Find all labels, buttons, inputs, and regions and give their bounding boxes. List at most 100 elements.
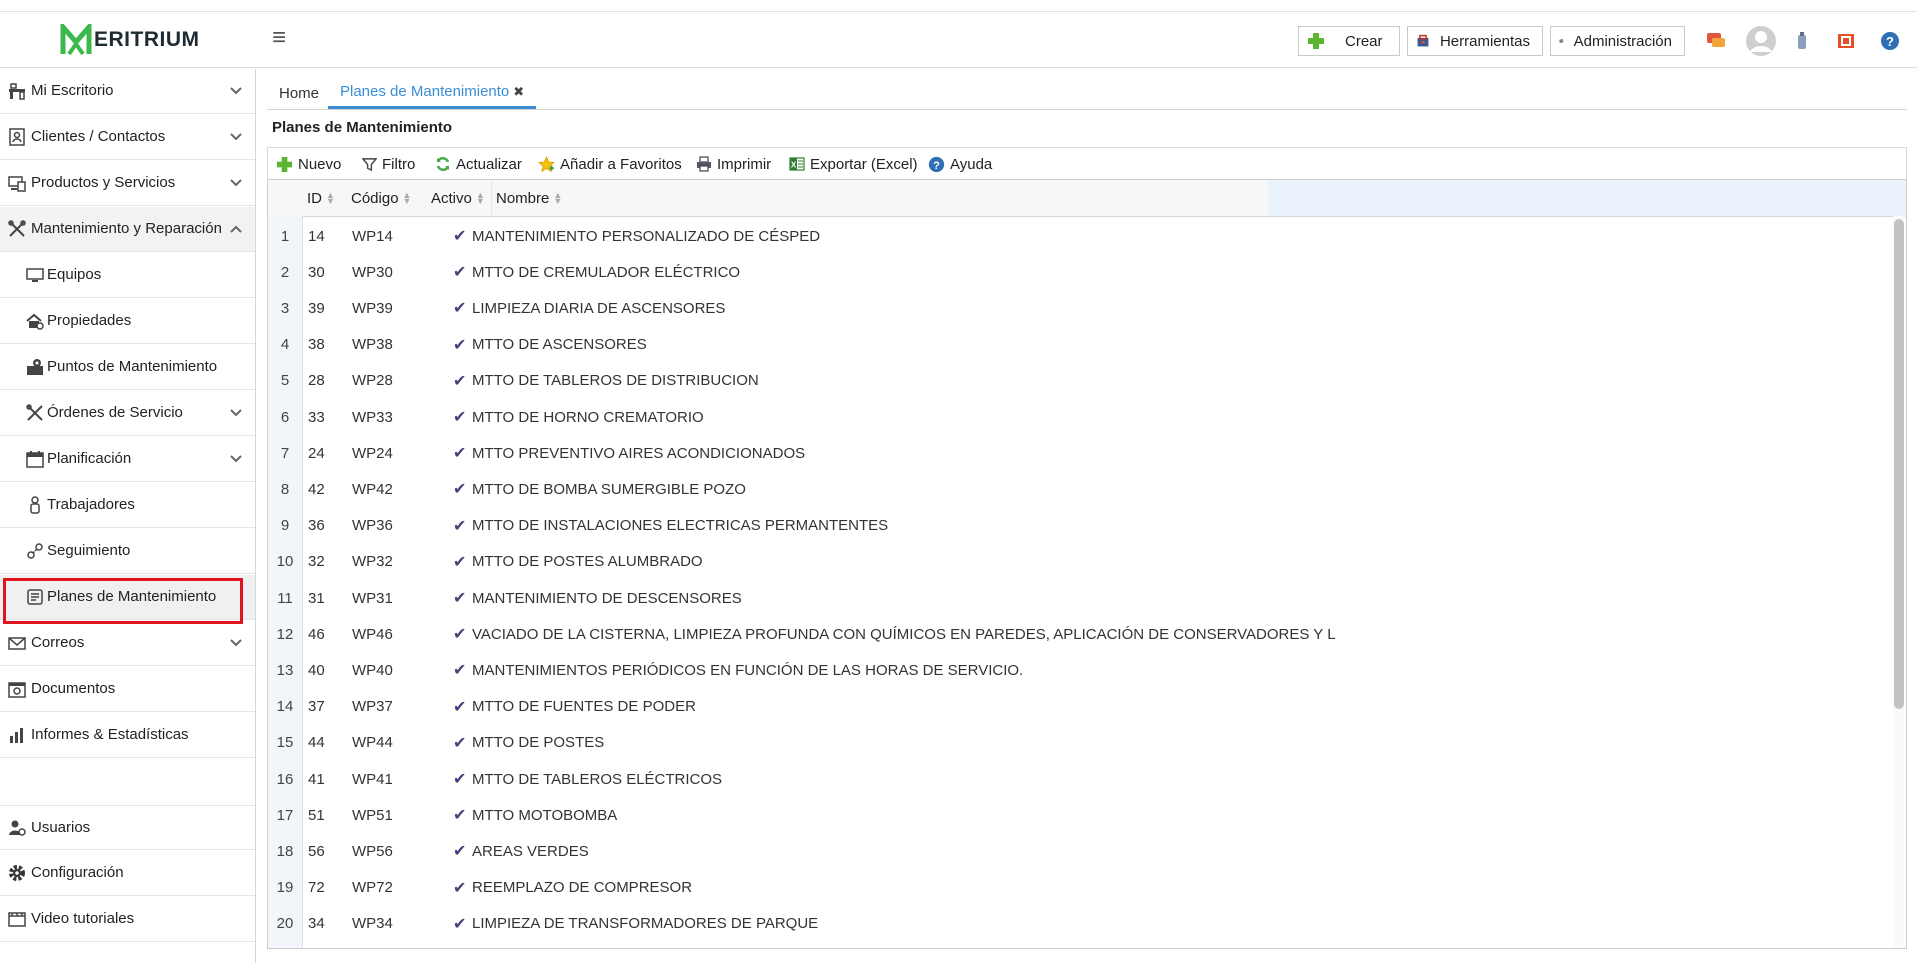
contact-card-icon bbox=[9, 128, 25, 146]
filter-button[interactable]: Filtro bbox=[362, 154, 415, 174]
chevron-down-icon bbox=[230, 133, 242, 141]
cell-code: WP51 bbox=[352, 806, 393, 824]
sidebar-item-label: Productos y Servicios bbox=[31, 174, 176, 191]
sidebar-item-mantenimiento[interactable]: Mantenimiento y Reparación bbox=[0, 207, 255, 252]
table-row[interactable]: 15 44 WP44 ✔ MTTO DE POSTES bbox=[268, 725, 1868, 761]
table-row[interactable]: 14 37 WP37 ✔ MTTO DE FUENTES DE PODER bbox=[268, 689, 1868, 725]
menu-toggle-icon[interactable]: ≡ bbox=[272, 26, 286, 50]
export-excel-label: Exportar (Excel) bbox=[810, 155, 918, 173]
refresh-button[interactable]: Actualizar bbox=[435, 154, 522, 174]
table-row[interactable]: 9 36 WP36 ✔ MTTO DE INSTALACIONES ELECTRICAS… bbox=[268, 508, 1868, 544]
active-check-icon: ✔ bbox=[453, 336, 467, 354]
close-icon[interactable]: ✖ bbox=[513, 84, 524, 100]
sidebar-item-video-tutoriales[interactable]: Video tutoriales bbox=[0, 897, 255, 942]
office-icon[interactable] bbox=[1833, 28, 1859, 54]
table-row[interactable]: 16 41 WP41 ✔ MTTO DE TABLEROS ELÉCTRICOS bbox=[268, 761, 1868, 797]
app-logo[interactable]: ERITRIUM bbox=[60, 24, 200, 56]
row-number: 14 bbox=[276, 698, 294, 716]
table-row[interactable]: 18 56 WP56 ✔ AREAS VERDES bbox=[268, 833, 1868, 869]
cell-id: 34 bbox=[308, 915, 325, 933]
help-icon[interactable]: ? bbox=[1877, 28, 1903, 54]
print-button[interactable]: Imprimir bbox=[696, 154, 771, 174]
sidebar-item-label: Informes & Estadísticas bbox=[31, 726, 189, 743]
cell-id: 38 bbox=[308, 336, 325, 354]
active-check-icon: ✔ bbox=[453, 228, 467, 245]
table-row[interactable]: 11 31 WP31 ✔ MANTENIMIENTO DE DESCENSORES bbox=[268, 580, 1868, 616]
add-favorites-button[interactable]: Añadir a Favoritos bbox=[538, 154, 682, 174]
table-row[interactable]: 12 46 WP46 ✔ VACIADO DE LA CISTERNA, LIMPIEZ… bbox=[268, 616, 1868, 652]
column-header-name[interactable]: Nombre ▲ ▼ bbox=[491, 180, 1271, 216]
sidebar-item-mi-escritorio[interactable]: Mi Escritorio bbox=[0, 69, 255, 114]
scrollbar-thumb[interactable] bbox=[1894, 219, 1904, 709]
sidebar-item-correos[interactable]: Correos bbox=[0, 621, 255, 666]
help-button[interactable]: ? Ayuda bbox=[928, 154, 992, 174]
table-row[interactable]: 6 33 WP33 ✔ MTTO DE HORNO CREMATORIO bbox=[268, 399, 1868, 435]
row-number: 9 bbox=[280, 517, 290, 535]
sidebar-item-trabajadores[interactable]: Trabajadores bbox=[0, 483, 255, 528]
admin-button[interactable]: Administración bbox=[1550, 26, 1685, 56]
cell-name: MTTO DE HORNO CREMATORIO bbox=[472, 408, 704, 426]
bar-chart-icon bbox=[10, 728, 23, 743]
table-row[interactable]: 13 40 WP40 ✔ MANTENIMIENTOS PERIÓDICOS EN FU… bbox=[268, 652, 1868, 688]
avatar[interactable] bbox=[1745, 25, 1777, 57]
table-row[interactable]: 2 30 WP30 ✔ MTTO DE CREMULADOR ELÉCTRICO bbox=[268, 254, 1868, 290]
create-button[interactable]: Crear bbox=[1298, 26, 1400, 56]
sidebar-item-equipos[interactable]: Equipos bbox=[0, 253, 255, 298]
cell-id: 42 bbox=[308, 480, 325, 498]
tab-home[interactable]: Home bbox=[267, 77, 331, 109]
export-excel-button[interactable]: X Exportar (Excel) bbox=[789, 154, 918, 174]
table-row[interactable]: 7 24 WP24 ✔ MTTO PREVENTIVO AIRES ACONDICION… bbox=[268, 435, 1868, 471]
column-header-id[interactable]: ID ▲ ▼ bbox=[302, 180, 346, 216]
user-gear-icon bbox=[9, 820, 26, 836]
column-header-code[interactable]: Código ▲ ▼ bbox=[346, 180, 426, 216]
cell-code: WP46 bbox=[352, 625, 393, 643]
sidebar-item-planificacion[interactable]: Planificación bbox=[0, 437, 255, 482]
sidebar-item-ordenes[interactable]: Órdenes de Servicio bbox=[0, 391, 255, 436]
sidebar-item-propiedades[interactable]: Propiedades bbox=[0, 299, 255, 344]
table-row[interactable]: 5 28 WP28 ✔ MTTO DE TABLEROS DE DISTRIBUCION bbox=[268, 363, 1868, 399]
table-row[interactable]: 20 34 WP34 ✔ LIMPIEZA DE TRANSFORMADORES DE … bbox=[268, 906, 1868, 942]
tools-button[interactable]: Herramientas bbox=[1407, 26, 1543, 56]
active-check-icon: ✔ bbox=[453, 409, 467, 426]
cell-id: 41 bbox=[308, 770, 325, 788]
new-button[interactable]: Nuevo bbox=[276, 154, 341, 174]
active-check-icon: ✔ bbox=[453, 553, 467, 571]
table-row[interactable]: 3 39 WP39 ✔ LIMPIEZA DIARIA DE ASCENSORES bbox=[268, 290, 1868, 326]
sidebar-item-usuarios[interactable]: Usuarios bbox=[0, 805, 255, 850]
sidebar-item-documentos[interactable]: Documentos bbox=[0, 667, 255, 712]
tab-planes[interactable]: Planes de Mantenimiento ✖ bbox=[328, 77, 537, 109]
documents-icon bbox=[8, 682, 26, 698]
sidebar-item-productos[interactable]: Productos y Servicios bbox=[0, 161, 255, 206]
table-row[interactable]: 1 14 WP14 ✔ MANTENIMIENTO PERSONALIZADO DE C… bbox=[268, 218, 1868, 254]
cell-id: 40 bbox=[308, 661, 325, 679]
table-row[interactable]: 4 38 WP38 ✔ MTTO DE ASCENSORES bbox=[268, 327, 1868, 363]
sidebar-item-label: Configuración bbox=[31, 864, 124, 881]
table-row[interactable]: 17 51 WP51 ✔ MTTO MOTOBOMBA bbox=[268, 797, 1868, 833]
column-header-active[interactable]: Activo ▲ ▼ bbox=[426, 180, 491, 216]
chat-icon[interactable] bbox=[1703, 28, 1729, 54]
sidebar-item-clientes[interactable]: Clientes / Contactos bbox=[0, 115, 255, 160]
refresh-icon bbox=[436, 156, 450, 172]
cell-code: WP41 bbox=[352, 770, 393, 788]
device-icon[interactable] bbox=[1789, 28, 1815, 54]
cell-id: 31 bbox=[308, 589, 325, 607]
row-number: 13 bbox=[276, 661, 294, 679]
main-content: Home Planes de Mantenimiento ✖ Planes de… bbox=[257, 69, 1917, 963]
vertical-scrollbar[interactable] bbox=[1893, 216, 1905, 948]
table-row[interactable]: 8 42 WP42 ✔ MTTO DE BOMBA SUMERGIBLE POZO bbox=[268, 471, 1868, 507]
table-row[interactable]: 10 32 WP32 ✔ MTTO DE POSTES ALUMBRADO bbox=[268, 544, 1868, 580]
cell-name: MTTO DE CREMULADOR ELÉCTRICO bbox=[472, 263, 741, 281]
cell-id: 72 bbox=[308, 879, 325, 897]
sidebar-item-configuracion[interactable]: Configuración bbox=[0, 851, 255, 896]
sidebar-item-informes[interactable]: Informes & Estadísticas bbox=[0, 713, 255, 758]
refresh-label: Actualizar bbox=[456, 155, 522, 173]
table-row[interactable]: 19 72 WP72 ✔ REEMPLAZO DE COMPRESOR bbox=[268, 870, 1868, 906]
chevron-down-icon bbox=[230, 409, 242, 417]
row-number: 12 bbox=[276, 625, 294, 643]
sidebar-item-seguimiento[interactable]: Seguimiento bbox=[0, 529, 255, 574]
cell-name: MTTO DE TABLEROS ELÉCTRICOS bbox=[472, 770, 723, 788]
cell-code: WP34 bbox=[352, 915, 393, 933]
sidebar-item-label: Mantenimiento y Reparación bbox=[31, 220, 222, 237]
sidebar-item-puntos[interactable]: Puntos de Mantenimiento bbox=[0, 345, 255, 390]
cell-code: WP32 bbox=[352, 553, 393, 571]
